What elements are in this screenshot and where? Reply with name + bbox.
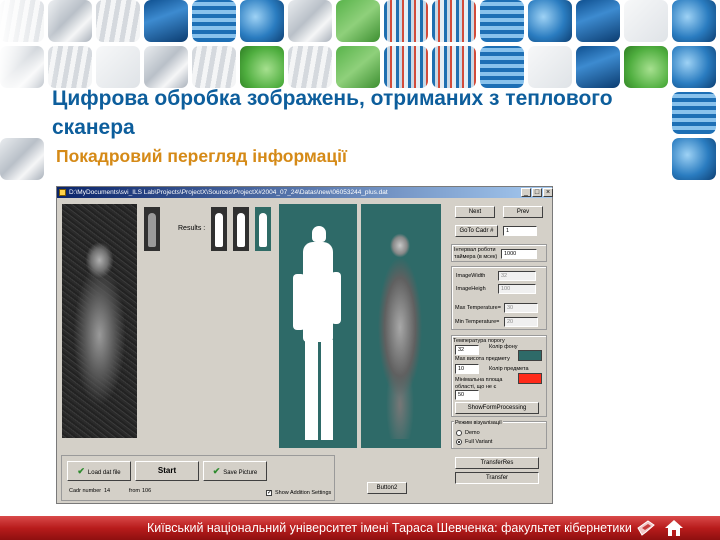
mosaic-tile bbox=[240, 46, 284, 88]
window-title: D:\MyDocuments\svi_ILS Lab\Projects\Proj… bbox=[69, 189, 388, 196]
save-picture-button[interactable]: ✔ Save Picture bbox=[203, 461, 267, 481]
mosaic-tile bbox=[672, 138, 716, 180]
object-color-swatch[interactable] bbox=[518, 373, 542, 384]
goto-cadr-button[interactable]: GoTo Cadr # bbox=[455, 225, 498, 237]
mosaic-tile bbox=[96, 46, 140, 88]
radio-demo-label: Demo bbox=[465, 430, 480, 436]
mosaic-tile bbox=[480, 0, 524, 42]
mosaic-tile bbox=[672, 46, 716, 88]
save-picture-label: Save Picture bbox=[223, 470, 258, 476]
thumbnail-original bbox=[144, 207, 160, 251]
min-area-input[interactable]: 50 bbox=[455, 390, 479, 400]
minimize-button[interactable]: _ bbox=[521, 188, 531, 197]
slide-title: Цифрова обробка зображень, отриманих з т… bbox=[52, 87, 613, 139]
slide-subtitle: Покадровий перегляд інформації bbox=[56, 146, 347, 166]
mosaic-tile bbox=[384, 46, 428, 88]
show-addition-settings-checkbox[interactable]: ✓ bbox=[266, 490, 272, 496]
radio-full-variant-label: Full Variant bbox=[465, 439, 493, 445]
check-icon: ✔ bbox=[77, 466, 85, 476]
mosaic-tile bbox=[336, 0, 380, 42]
obj-color-label: Колір предмета bbox=[489, 366, 529, 372]
back-arrow-icon[interactable] bbox=[636, 519, 656, 537]
mosaic-tile bbox=[576, 0, 620, 42]
load-dat-file-button[interactable]: ✔ Load dat file bbox=[67, 461, 131, 481]
bg-color-label: Колір фону bbox=[489, 344, 518, 350]
thermal-frame-image bbox=[62, 204, 137, 438]
transfer-res-button[interactable]: TransferRes bbox=[455, 457, 539, 469]
mosaic-tile bbox=[288, 0, 332, 42]
home-icon[interactable] bbox=[664, 519, 684, 537]
image-height-label: ImageHeigh bbox=[456, 286, 486, 292]
mosaic-tile bbox=[624, 46, 668, 88]
show-form-processing-button[interactable]: ShowFormProcessing bbox=[455, 402, 539, 414]
image-height-input[interactable]: 100 bbox=[498, 284, 536, 294]
threshold-input[interactable]: 32 bbox=[455, 345, 479, 355]
mosaic-tile bbox=[144, 0, 188, 42]
min-temp-label: Min Temperature= bbox=[455, 319, 500, 325]
thumbnail-result-1 bbox=[211, 207, 227, 251]
window-titlebar: D:\MyDocuments\svi_ILS Lab\Projects\Proj… bbox=[57, 187, 552, 198]
close-button[interactable]: × bbox=[543, 188, 553, 197]
cadr-number-label: Cadr number bbox=[69, 488, 102, 494]
from-label: from bbox=[129, 488, 140, 494]
app-icon bbox=[59, 189, 66, 196]
transfer-button[interactable]: Transfer bbox=[455, 472, 539, 484]
mosaic-tile bbox=[336, 46, 380, 88]
max-temp-input[interactable]: 30 bbox=[504, 303, 538, 313]
maximize-button[interactable]: □ bbox=[532, 188, 542, 197]
check-icon: ✔ bbox=[212, 466, 221, 476]
mosaic-tile bbox=[240, 0, 284, 42]
image-width-input[interactable]: 32 bbox=[498, 271, 536, 281]
start-button[interactable]: Start bbox=[135, 461, 199, 481]
silhouette-image bbox=[279, 204, 357, 448]
footer-text: Київський національний університет імені… bbox=[147, 521, 632, 535]
results-label: Results : bbox=[178, 225, 206, 232]
max-height-label: Мax висота предмету bbox=[455, 356, 510, 362]
min-temp-input[interactable]: 20 bbox=[504, 317, 538, 327]
mosaic-tile bbox=[528, 0, 572, 42]
grayscale-figure-image bbox=[361, 204, 441, 448]
mosaic-tile bbox=[624, 0, 668, 42]
radio-full-variant[interactable] bbox=[456, 439, 462, 445]
mosaic-tile bbox=[0, 138, 44, 180]
cadr-number-value: 14 bbox=[104, 488, 111, 494]
image-width-label: ImageWidth bbox=[456, 273, 486, 279]
mosaic-tile bbox=[432, 46, 476, 88]
button2[interactable]: Button2 bbox=[367, 482, 407, 494]
from-value: 106 bbox=[142, 488, 152, 494]
visualization-group-label: Режим візуалізації bbox=[454, 420, 503, 427]
mosaic-tile bbox=[192, 46, 236, 88]
mosaic-tile bbox=[672, 0, 716, 42]
next-button[interactable]: Next bbox=[455, 206, 495, 218]
thumbnail-result-3 bbox=[255, 207, 271, 251]
goto-cadr-input[interactable]: 1 bbox=[503, 226, 537, 236]
mosaic-tile bbox=[528, 46, 572, 88]
max-height-input[interactable]: 10 bbox=[455, 364, 479, 374]
mosaic-tile bbox=[144, 46, 188, 88]
mosaic-tile bbox=[288, 46, 332, 88]
show-addition-settings-label: Show Addition Settings bbox=[275, 490, 332, 496]
background-color-swatch[interactable] bbox=[518, 350, 542, 361]
mosaic-tile bbox=[432, 0, 476, 42]
mosaic-tile bbox=[480, 46, 524, 88]
app-window: D:\MyDocuments\svi_ILS Lab\Projects\Proj… bbox=[56, 186, 553, 504]
mosaic-tile bbox=[96, 0, 140, 42]
radio-demo[interactable] bbox=[456, 430, 462, 436]
prev-button[interactable]: Prev bbox=[503, 206, 543, 218]
thumbnail-result-2 bbox=[233, 207, 249, 251]
mosaic-tile bbox=[192, 0, 236, 42]
mosaic-tile bbox=[384, 0, 428, 42]
max-temp-label: Max Temperature= bbox=[455, 305, 501, 311]
load-dat-file-label: Load dat file bbox=[87, 470, 121, 476]
timer-interval-input[interactable]: 1000 bbox=[501, 249, 537, 259]
mosaic-tile bbox=[576, 46, 620, 88]
timer-interval-label: Інтервал роботи таймера (в мсек) bbox=[454, 247, 498, 260]
